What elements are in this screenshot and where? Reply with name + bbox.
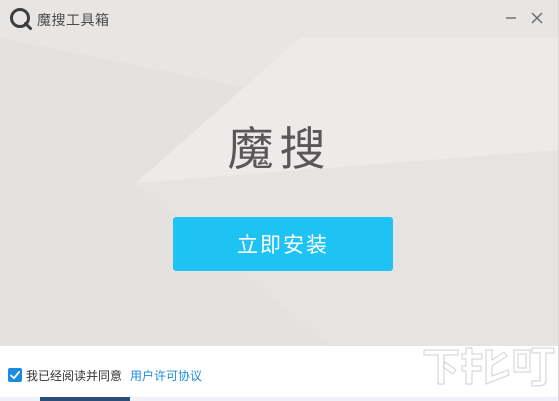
agree-label: 我已经阅读并同意	[26, 369, 123, 383]
hero-title: 魔搜	[227, 122, 332, 176]
close-icon	[531, 12, 543, 24]
magnifier-q-icon	[10, 8, 32, 30]
bottom-strip-accent	[40, 397, 130, 401]
installer-window: 魔搜工具箱 魔搜 立即安装 我已经阅读并同意 用户许可协议	[0, 0, 559, 401]
app-title: 魔搜工具箱	[37, 13, 110, 29]
minimize-icon	[506, 17, 516, 19]
checkmark-icon	[10, 371, 20, 380]
license-agreement-link[interactable]: 用户许可协议	[130, 367, 202, 384]
minimize-button[interactable]	[501, 8, 521, 28]
install-button[interactable]: 立即安装	[173, 217, 393, 271]
title-bar[interactable]: 魔搜工具箱	[0, 0, 558, 38]
close-button[interactable]	[527, 8, 547, 28]
watermark-logo	[423, 347, 555, 387]
agree-checkbox[interactable]	[8, 368, 22, 382]
